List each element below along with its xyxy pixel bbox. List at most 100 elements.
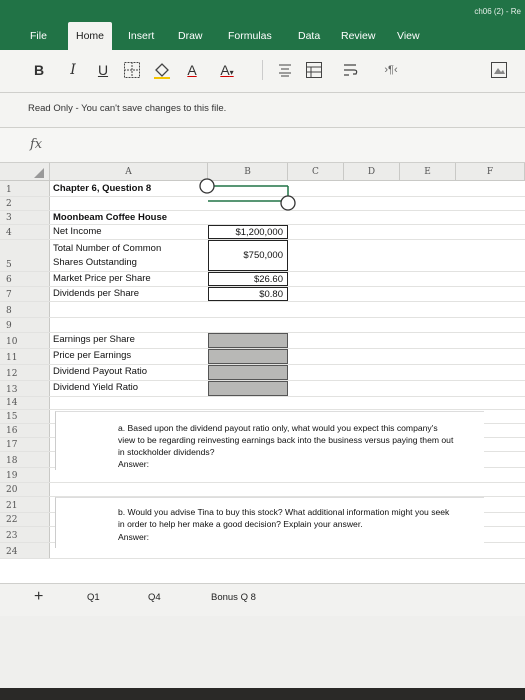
cell-a11-label[interactable]: Price per Earnings bbox=[53, 349, 131, 363]
cell-a10-label[interactable]: Earnings per Share bbox=[53, 333, 135, 347]
row-header[interactable]: 17 bbox=[0, 438, 50, 451]
tab-insert[interactable]: Insert bbox=[128, 22, 154, 50]
row-header[interactable]: 4 bbox=[0, 225, 50, 239]
cell-a5-label-line2: Shares Outstanding bbox=[53, 257, 137, 268]
question-b-textbox[interactable]: b. Would you advise Tina to buy this sto… bbox=[55, 497, 484, 548]
row-header[interactable]: 21 bbox=[0, 497, 50, 512]
row-header[interactable]: 3 bbox=[0, 211, 50, 224]
borders-icon[interactable] bbox=[120, 58, 144, 82]
row-header[interactable]: 8 bbox=[0, 302, 50, 317]
tab-review[interactable]: Review bbox=[341, 22, 375, 50]
table-row[interactable]: 7 Dividends per Share $0.80 bbox=[0, 287, 525, 302]
row-header[interactable]: 11 bbox=[0, 349, 50, 364]
column-header-e[interactable]: E bbox=[400, 163, 456, 181]
cell-a7-label[interactable]: Dividends per Share bbox=[53, 287, 139, 301]
formula-bar: fx bbox=[0, 128, 525, 163]
sheet-tab-q1[interactable]: Q1 bbox=[87, 592, 100, 603]
merge-grid-icon bbox=[306, 62, 322, 78]
cell-a1-title[interactable]: Chapter 6, Question 8 bbox=[53, 182, 151, 196]
table-row[interactable]: 9 bbox=[0, 318, 525, 333]
cell-b5-value[interactable]: $750,000 bbox=[208, 240, 288, 271]
tab-draw[interactable]: Draw bbox=[178, 22, 203, 50]
table-row[interactable]: 10 Earnings per Share bbox=[0, 333, 525, 349]
bold-button[interactable]: B bbox=[28, 58, 50, 82]
font-color-button[interactable]: A bbox=[180, 58, 204, 82]
table-row[interactable]: 6 Market Price per Share $26.60 bbox=[0, 272, 525, 287]
row-header[interactable]: 20 bbox=[0, 483, 50, 496]
tab-view[interactable]: View bbox=[397, 22, 420, 50]
format-painter-icon[interactable] bbox=[486, 58, 512, 82]
column-header-a[interactable]: A bbox=[50, 163, 208, 181]
home-toolbar: B I U A A▾ ›¶‹ bbox=[0, 50, 525, 93]
add-sheet-button[interactable]: + bbox=[34, 588, 43, 606]
row-header[interactable]: 23 bbox=[0, 527, 50, 542]
cell-a5-label[interactable]: Total Number of Common bbox=[53, 242, 161, 256]
cell-a4-label[interactable]: Net Income bbox=[53, 225, 102, 239]
tab-file[interactable]: File bbox=[30, 22, 47, 50]
tab-formulas[interactable]: Formulas bbox=[228, 22, 272, 50]
fx-icon[interactable]: fx bbox=[30, 137, 42, 152]
cell-a3-company[interactable]: Moonbeam Coffee House bbox=[53, 211, 167, 225]
table-row[interactable]: 12 Dividend Payout Ratio bbox=[0, 365, 525, 381]
sheet-tab-q4[interactable]: Q4 bbox=[148, 592, 161, 603]
row-header[interactable]: 12 bbox=[0, 365, 50, 380]
align-center-icon[interactable] bbox=[274, 58, 296, 82]
cell-b11-answer[interactable] bbox=[208, 349, 288, 364]
italic-button[interactable]: I bbox=[62, 58, 84, 82]
wrap-text-icon[interactable] bbox=[338, 58, 364, 82]
row-header[interactable]: 18 bbox=[0, 452, 50, 467]
sheet-tab-bar: + Q1 Q4 Bonus Q 8 bbox=[0, 583, 525, 616]
row-header[interactable]: 16 bbox=[0, 424, 50, 437]
row-header[interactable]: 19 bbox=[0, 468, 50, 482]
cell-b10-answer[interactable] bbox=[208, 333, 288, 348]
table-row[interactable]: 5 Total Number of Common Shares Outstand… bbox=[0, 240, 525, 272]
row-header[interactable]: 9 bbox=[0, 318, 50, 332]
cell-b13-answer[interactable] bbox=[208, 381, 288, 396]
row-header[interactable]: 1 bbox=[0, 181, 50, 196]
row-header[interactable]: 7 bbox=[0, 287, 50, 301]
underline-button[interactable]: U bbox=[92, 58, 114, 82]
cell-b4-value[interactable]: $1,200,000 bbox=[208, 225, 288, 239]
cell-b12-answer[interactable] bbox=[208, 365, 288, 380]
fill-color-icon[interactable] bbox=[150, 58, 174, 82]
cell-a13-label[interactable]: Dividend Yield Ratio bbox=[53, 381, 138, 395]
row-header[interactable]: 6 bbox=[0, 272, 50, 286]
row-header[interactable]: 2 bbox=[0, 197, 50, 210]
selection-handle-start[interactable] bbox=[199, 178, 215, 194]
row-header[interactable]: 13 bbox=[0, 381, 50, 396]
cell-a12-label[interactable]: Dividend Payout Ratio bbox=[53, 365, 147, 379]
table-row[interactable]: 13 Dividend Yield Ratio bbox=[0, 381, 525, 397]
font-size-button[interactable]: A▾ bbox=[210, 58, 244, 82]
table-row[interactable]: 3 Moonbeam Coffee House bbox=[0, 211, 525, 225]
tab-home[interactable]: Home bbox=[68, 22, 113, 50]
tab-data[interactable]: Data bbox=[298, 22, 320, 50]
row-header[interactable]: 5 bbox=[0, 240, 50, 271]
question-a-textbox[interactable]: a. Based upon the dividend payout ratio … bbox=[55, 411, 484, 470]
cell-a6-label[interactable]: Market Price per Share bbox=[53, 272, 151, 286]
row-header[interactable]: 14 bbox=[0, 397, 50, 409]
table-row[interactable]: 11 Price per Earnings bbox=[0, 349, 525, 365]
cell-b6-value[interactable]: $26.60 bbox=[208, 272, 288, 286]
device-bezel bbox=[0, 688, 525, 700]
selection-handles[interactable] bbox=[198, 177, 298, 211]
cell-b7-value[interactable]: $0.80 bbox=[208, 287, 288, 301]
selection-handle-end[interactable] bbox=[280, 195, 296, 211]
table-row[interactable]: 14 bbox=[0, 397, 525, 410]
table-row[interactable]: 4 Net Income $1,200,000 bbox=[0, 225, 525, 240]
select-all-corner[interactable] bbox=[0, 163, 50, 181]
question-b-line1: b. Would you advise Tina to buy this sto… bbox=[118, 507, 450, 517]
question-a-line3: in stockholder dividends? bbox=[118, 447, 215, 457]
row-header[interactable]: 22 bbox=[0, 513, 50, 526]
sheet-tab-bonus-q8[interactable]: Bonus Q 8 bbox=[211, 592, 256, 603]
question-a-line2: view to be regarding reinvesting earning… bbox=[118, 435, 454, 445]
paragraph-direction-icon[interactable]: ›¶‹ bbox=[378, 58, 404, 82]
table-row[interactable]: 8 bbox=[0, 302, 525, 318]
row-header[interactable]: 15 bbox=[0, 410, 50, 423]
table-row[interactable]: 19 bbox=[0, 468, 525, 483]
row-header[interactable]: 24 bbox=[0, 543, 50, 558]
table-row[interactable]: 20 bbox=[0, 483, 525, 497]
merge-cells-icon[interactable] bbox=[302, 58, 326, 82]
column-header-d[interactable]: D bbox=[344, 163, 400, 181]
row-header[interactable]: 10 bbox=[0, 333, 50, 348]
column-header-f[interactable]: F bbox=[456, 163, 525, 181]
